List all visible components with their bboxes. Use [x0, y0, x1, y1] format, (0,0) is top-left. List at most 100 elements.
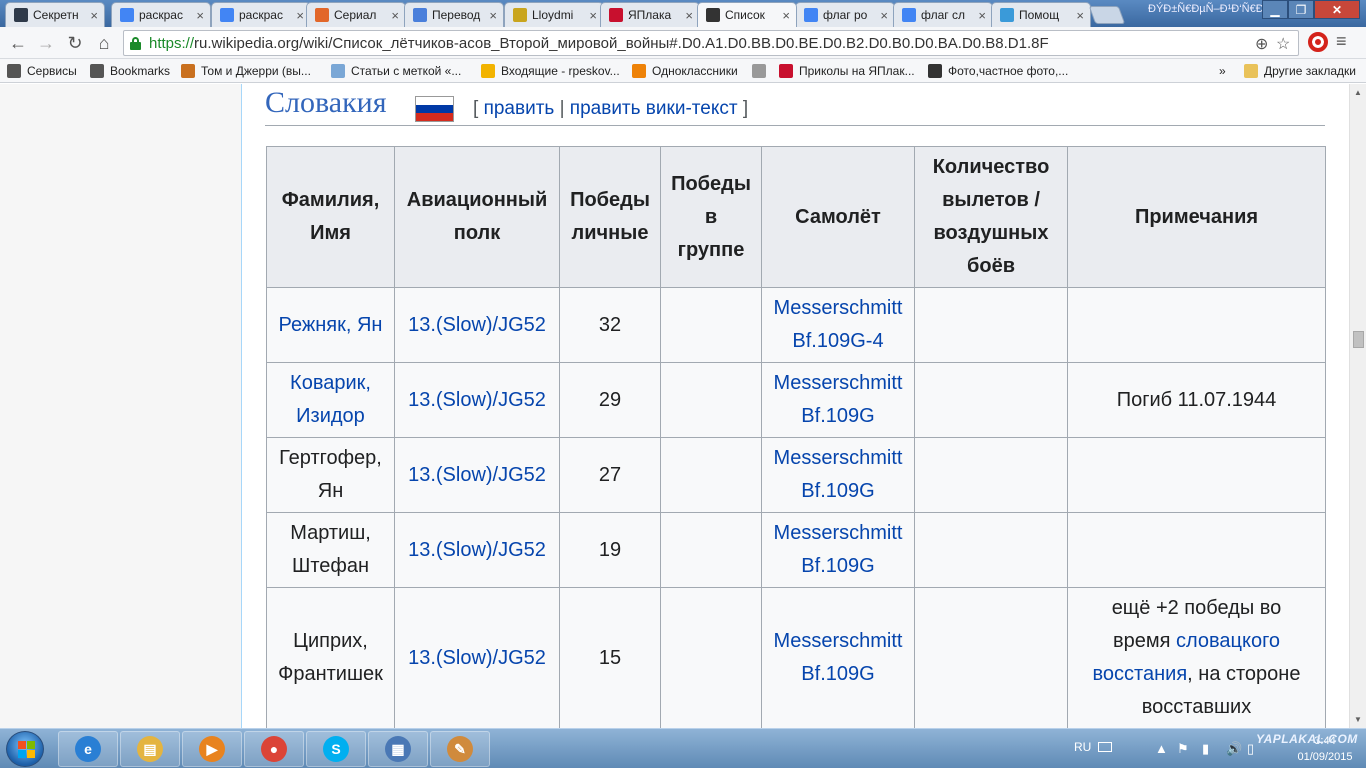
aircraft-link[interactable]: Bf.109G — [768, 658, 908, 691]
scroll-up-arrow-icon[interactable]: ▲ — [1354, 88, 1362, 97]
regiment-link[interactable]: 13.(Slow)/JG52 — [408, 314, 546, 336]
keyboard-icon[interactable] — [1098, 742, 1112, 752]
header-line: Имя — [310, 222, 351, 244]
pilot-link[interactable]: Коварик, — [273, 367, 388, 400]
action-center-flag-icon[interactable]: ⚑ — [1177, 741, 1189, 757]
bookmark-item[interactable]: Фото,частное фото,... — [928, 62, 1068, 80]
back-arrow-icon[interactable]: ← — [6, 31, 30, 55]
control-panel-icon: ▦ — [385, 736, 411, 762]
other-bookmarks-label: Другие закладки — [1264, 64, 1356, 78]
cell-personal-wins: 19 — [559, 512, 661, 588]
notes-link[interactable]: словацкого — [1176, 630, 1280, 652]
opera-extension-icon[interactable] — [1308, 32, 1328, 52]
close-tab-icon[interactable]: × — [90, 8, 98, 23]
network-icon[interactable]: ▮ — [1202, 741, 1209, 757]
reload-icon[interactable]: ↻ — [63, 31, 87, 55]
scroll-thumb[interactable] — [1353, 331, 1364, 348]
header-line: полк — [453, 222, 501, 244]
bookmark-item[interactable]: Одноклассники — [632, 62, 738, 80]
close-tab-icon[interactable]: × — [391, 8, 399, 23]
bookmark-star-icon[interactable]: ☆ — [1276, 34, 1290, 54]
close-tab-icon[interactable]: × — [296, 8, 304, 23]
scroll-down-arrow-icon[interactable]: ▼ — [1354, 715, 1362, 724]
browser-tab[interactable]: Lloydmi × — [504, 2, 604, 27]
close-tab-icon[interactable]: × — [685, 8, 693, 23]
bookmark-item[interactable]: Bookmarks — [90, 62, 170, 80]
aircraft-link[interactable]: Messerschmitt — [768, 625, 908, 658]
taskbar-app-button[interactable]: ▶ — [182, 731, 242, 767]
wikipedia-icon — [706, 8, 720, 22]
regiment-link[interactable]: 13.(Slow)/JG52 — [408, 539, 546, 561]
aircraft-link[interactable]: Messerschmitt — [768, 367, 908, 400]
minimize-button[interactable]: ▁ — [1262, 0, 1288, 19]
bookmark-label: Сервисы — [27, 64, 77, 78]
browser-tab[interactable]: Секретн × — [5, 2, 105, 27]
edit-link[interactable]: править — [484, 98, 555, 119]
aircraft-link[interactable]: Bf.109G — [768, 550, 908, 583]
edit-source-link[interactable]: править вики-текст — [570, 98, 738, 119]
menu-icon[interactable]: ≡ — [1336, 31, 1347, 52]
close-tab-icon[interactable]: × — [782, 8, 790, 23]
aircraft-link[interactable]: Messerschmitt — [768, 442, 908, 475]
aircraft-link[interactable]: Messerschmitt — [768, 517, 908, 550]
russia-flag-icon — [415, 96, 454, 122]
yellow-globe-icon — [513, 8, 527, 22]
taskbar-app-button[interactable]: ● — [244, 731, 304, 767]
language-indicator[interactable]: RU — [1074, 740, 1091, 754]
regiment-link[interactable]: 13.(Slow)/JG52 — [408, 647, 546, 669]
bookmark-item[interactable]: Сервисы — [7, 62, 77, 80]
bookmark-label: Одноклассники — [652, 64, 738, 78]
section-heading: Словакия [ править | править вики-текст … — [265, 86, 1325, 126]
bookmark-item[interactable]: Приколы на ЯПлак... — [779, 62, 915, 80]
taskbar-app-button[interactable]: e — [58, 731, 118, 767]
bookmark-item[interactable]: Том и Джерри (вы... — [181, 62, 311, 80]
browser-tab[interactable]: Помощ × — [991, 2, 1091, 27]
regiment-link[interactable]: 13.(Slow)/JG52 — [408, 464, 546, 486]
bookmarks-overflow-button[interactable]: » — [1219, 62, 1226, 80]
browser-tab[interactable]: ЯПлака × — [600, 2, 700, 27]
start-button[interactable] — [6, 731, 44, 767]
browser-tab[interactable]: раскрас × — [211, 2, 311, 27]
bookmark-item[interactable]: Статьи с меткой «... — [331, 62, 461, 80]
maximize-button[interactable]: ❐ — [1288, 0, 1314, 19]
power-icon[interactable]: ▯ — [1247, 741, 1254, 757]
aircraft-link[interactable]: Bf.109G — [768, 475, 908, 508]
aircraft-link[interactable]: Bf.109G — [768, 400, 908, 433]
taskbar-app-button[interactable]: ✎ — [430, 731, 490, 767]
tab-title: Lloydmi — [532, 8, 574, 22]
taskbar-app-button[interactable]: ▦ — [368, 731, 428, 767]
close-tab-icon[interactable]: × — [978, 8, 986, 23]
browser-tab[interactable]: флаг ро × — [795, 2, 895, 27]
browser-tab[interactable]: Список × — [697, 2, 797, 27]
bookmark-item[interactable] — [752, 62, 772, 80]
close-tab-icon[interactable]: × — [489, 8, 497, 23]
table-row: Коварик, Изидор 13.(Slow)/JG52 29 Messerschm… — [266, 362, 1326, 438]
browser-tab[interactable]: Перевод × — [404, 2, 504, 27]
aircraft-link[interactable]: Messerschmitt — [768, 292, 908, 325]
regiment-link[interactable]: 13.(Slow)/JG52 — [408, 389, 546, 411]
browser-tab[interactable]: Сериал × — [306, 2, 406, 27]
forward-arrow-icon[interactable]: → — [34, 31, 58, 55]
taskbar-app-button[interactable]: ▤ — [120, 731, 180, 767]
browser-tab[interactable]: раскрас × — [111, 2, 211, 27]
close-window-button[interactable]: ✕ — [1314, 0, 1360, 19]
notes-link[interactable]: восстания — [1093, 663, 1188, 685]
home-icon[interactable]: ⌂ — [92, 31, 116, 55]
pilot-link[interactable]: Изидор — [273, 400, 388, 433]
pilot-link[interactable]: Режняк, Ян — [273, 309, 388, 342]
volume-icon[interactable]: 🔊 — [1226, 741, 1242, 757]
show-hidden-icons-icon[interactable]: ▲ — [1155, 741, 1168, 756]
zoom-icon[interactable]: ⊕ — [1255, 34, 1268, 54]
new-tab-button[interactable] — [1088, 6, 1126, 24]
bookmark-item[interactable]: Входящие - rpeskov... — [481, 62, 620, 80]
close-tab-icon[interactable]: × — [1076, 8, 1084, 23]
browser-tab[interactable]: флаг сл × — [893, 2, 993, 27]
close-tab-icon[interactable]: × — [880, 8, 888, 23]
close-tab-icon[interactable]: × — [589, 8, 597, 23]
aircraft-link[interactable]: Bf.109G-4 — [768, 325, 908, 358]
other-bookmarks-folder[interactable]: Другие закладки — [1244, 62, 1356, 80]
address-bar[interactable]: https://ru.wikipedia.org/wiki/Список_лёт… — [123, 30, 1299, 56]
taskbar-app-button[interactable]: S — [306, 731, 366, 767]
close-tab-icon[interactable]: × — [196, 8, 204, 23]
page-scrollbar[interactable]: ▲ ▼ — [1349, 84, 1366, 728]
